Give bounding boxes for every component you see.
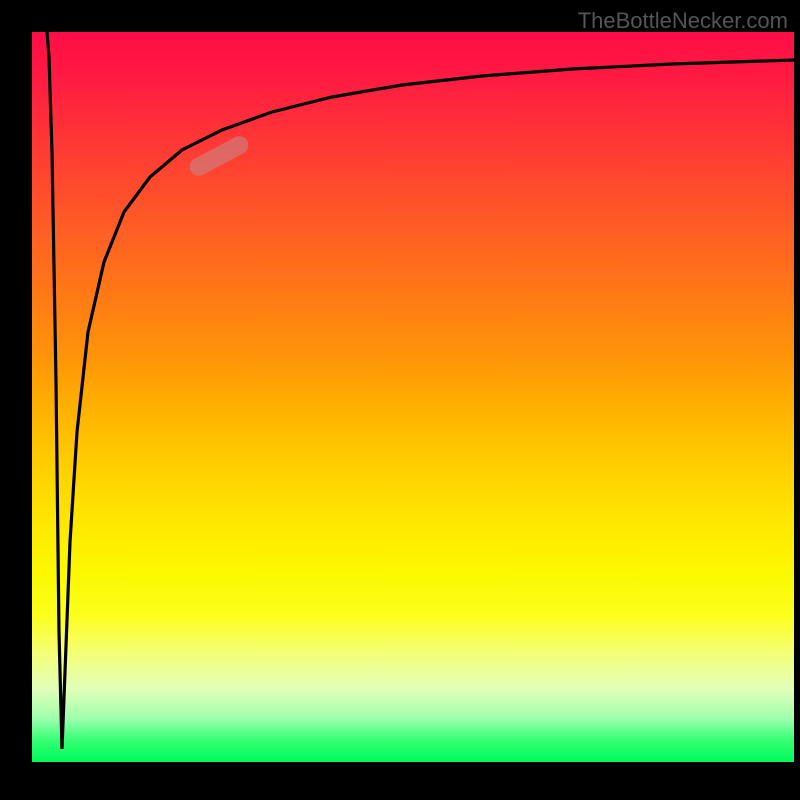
chart-curve-path xyxy=(47,32,794,749)
watermark-text: TheBottleNecker.com xyxy=(578,8,788,34)
chart-curve-svg xyxy=(32,32,794,762)
chart-area xyxy=(32,32,794,762)
